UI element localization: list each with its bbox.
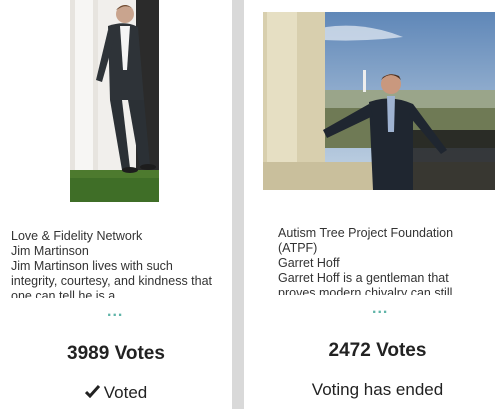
read-more-ellipsis[interactable]: ... [372,300,388,318]
vote-count: 2472 Votes [328,340,427,361]
voted-status-label: Voted [103,383,148,402]
nominee-description-block: Autism Tree Project Foundation (ATPF) Ga… [278,226,488,295]
nominee-name: Jim Martinson [11,244,89,258]
vote-count: 3989 Votes [67,343,165,364]
organization-name: Love & Fidelity Network [11,229,143,243]
read-more-ellipsis[interactable]: ... [107,303,123,321]
nominee-description-block: Love & Fidelity Network Jim Martinson Ji… [11,229,221,298]
nominee-photo-jim-martinson[interactable] [70,0,159,202]
voted-status: Voted [0,383,232,403]
nominee-description: Jim Martinson lives with such integrity,… [11,259,213,298]
check-icon [84,383,100,403]
nominee-name: Garret Hoff [278,256,340,270]
nominee-description: Garret Hoff is a gentleman that proves m… [278,271,453,295]
voting-ended-status: Voting has ended [311,380,444,399]
organization-name: Autism Tree Project Foundation (ATPF) [278,226,454,255]
nominee-photo-garret-hoff[interactable] [263,12,495,190]
